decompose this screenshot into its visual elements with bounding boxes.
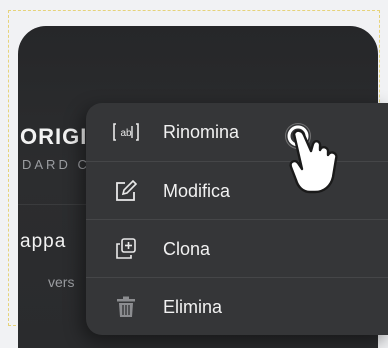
menu-item-clone[interactable]: Clona: [86, 219, 388, 278]
card-title: ORIGI: [20, 124, 88, 149]
trash-icon: [112, 293, 140, 321]
svg-text:ab: ab: [120, 128, 132, 139]
menu-item-label: Rinomina: [163, 121, 240, 142]
menu-item-delete[interactable]: Elimina: [86, 277, 388, 336]
hand-pointer-icon: [284, 122, 362, 196]
clone-icon: [112, 235, 140, 263]
card-subtitle: DARD C: [22, 157, 90, 172]
menu-item-label: Modifica: [163, 180, 231, 201]
app-name: appa: [20, 231, 67, 252]
menu-item-label: Clona: [163, 238, 211, 259]
menu-item-label: Elimina: [163, 296, 223, 317]
version-label: vers: [48, 274, 75, 290]
rename-icon: ab: [112, 118, 140, 146]
edit-icon: [112, 177, 140, 205]
